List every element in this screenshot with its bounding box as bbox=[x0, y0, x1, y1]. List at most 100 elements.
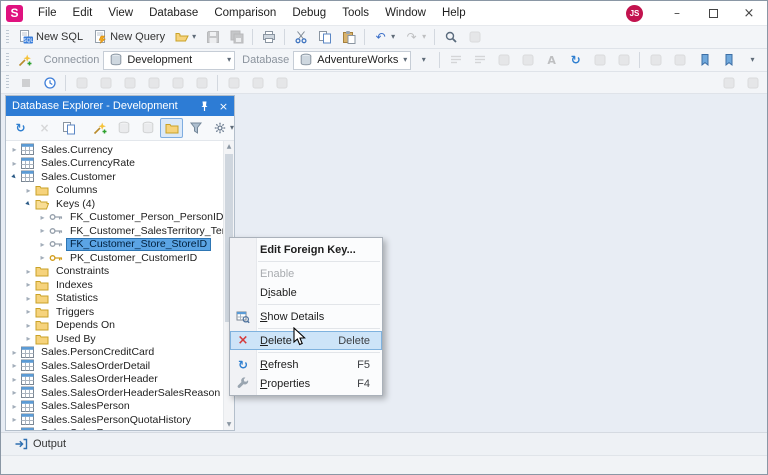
user-avatar[interactable]: JS bbox=[626, 4, 643, 22]
refresh-document-button[interactable]: ↻ bbox=[564, 50, 587, 70]
expand-arrow-icon[interactable]: ▸ bbox=[37, 213, 48, 222]
expand-arrow-icon[interactable]: ▸ bbox=[23, 267, 34, 276]
doc-sql-icon: SQL bbox=[18, 30, 33, 45]
expand-arrow-icon[interactable]: ▸ bbox=[23, 186, 34, 195]
copy-button[interactable] bbox=[313, 27, 336, 47]
explorer-group-button[interactable] bbox=[160, 118, 183, 138]
tree-item-label: Sales.SalesPersonQuotaHistory bbox=[41, 413, 191, 426]
database-explorer-header[interactable]: Database Explorer - Development × bbox=[6, 96, 234, 116]
database-select[interactable]: AdventureWorks20... ▾ bbox=[293, 50, 412, 70]
output-tab[interactable]: Output bbox=[6, 435, 73, 454]
tree-item-sales-salesorderdetail[interactable]: ▸ Sales.SalesOrderDetail bbox=[6, 359, 223, 373]
tree-item-constraints[interactable]: ▸ Constraints bbox=[6, 265, 223, 279]
toggle-bookmark-button[interactable] bbox=[693, 50, 716, 70]
tree-item-sales-customer[interactable]: ▸ Sales.Customer bbox=[6, 170, 223, 184]
minimize-button[interactable]: – bbox=[659, 1, 695, 25]
expand-arrow-icon[interactable]: ▸ bbox=[9, 348, 20, 357]
expand-arrow-icon[interactable]: ▸ bbox=[23, 321, 34, 330]
tree-item-fk-customer-store-storeid[interactable]: ▸ FK_Customer_Store_StoreID bbox=[6, 237, 223, 252]
explorer-duplicate-button[interactable] bbox=[57, 118, 80, 138]
menu-item-help[interactable]: Help bbox=[434, 1, 474, 25]
menu-item-debug[interactable]: Debug bbox=[284, 1, 334, 25]
menu-item-view[interactable]: View bbox=[100, 1, 141, 25]
tree-item-keys-4[interactable]: ▸ Keys (4) bbox=[6, 197, 223, 211]
tree-item-sales-salesorderheadersalesreason[interactable]: ▸ Sales.SalesOrderHeaderSalesReason bbox=[6, 386, 223, 400]
collapse-arrow-icon[interactable]: ▸ bbox=[7, 170, 21, 184]
tree-item-triggers[interactable]: ▸ Triggers bbox=[6, 305, 223, 319]
menu-item-database[interactable]: Database bbox=[141, 1, 206, 25]
panel-close-icon[interactable]: × bbox=[215, 98, 232, 114]
toolbar-options-button[interactable]: ▾ bbox=[741, 50, 764, 70]
undo-button[interactable]: ↶ ▾ bbox=[369, 27, 399, 47]
expand-arrow-icon[interactable]: ▸ bbox=[37, 240, 48, 249]
new-sql-button[interactable]: SQL New SQL bbox=[14, 27, 87, 47]
context-menu-item-delete[interactable]: × Delete Delete bbox=[230, 331, 382, 350]
maximize-button[interactable] bbox=[695, 1, 731, 25]
tree-item-sales-currency[interactable]: ▸ Sales.Currency bbox=[6, 143, 223, 157]
tree-item-fk-customer-person-personid[interactable]: ▸ FK_Customer_Person_PersonID bbox=[6, 211, 223, 225]
expand-arrow-icon[interactable]: ▸ bbox=[23, 280, 34, 289]
expand-arrow-icon[interactable]: ▸ bbox=[9, 375, 20, 384]
expand-arrow-icon[interactable]: ▸ bbox=[9, 429, 20, 430]
tree-item-sales-salesperson[interactable]: ▸ Sales.SalesPerson bbox=[6, 400, 223, 414]
cut-button[interactable] bbox=[289, 27, 312, 47]
explorer-options-button[interactable]: ▾ bbox=[208, 118, 238, 138]
toolbar-grip[interactable] bbox=[6, 75, 9, 90]
menu-item-window[interactable]: Window bbox=[377, 1, 434, 25]
execution-history-button[interactable] bbox=[38, 73, 61, 93]
open-file-button[interactable]: ▾ bbox=[170, 27, 200, 47]
toolbar-grip[interactable] bbox=[6, 29, 9, 45]
explorer-refresh-button[interactable]: ↻ bbox=[9, 118, 32, 138]
expand-arrow-icon[interactable]: ▸ bbox=[9, 145, 20, 154]
close-button[interactable]: × bbox=[731, 1, 767, 25]
context-menu-item-disable[interactable]: Disable bbox=[230, 283, 382, 302]
pin-icon[interactable] bbox=[196, 98, 213, 114]
find-button[interactable] bbox=[439, 27, 462, 47]
tree-item-fk-customer-salesterritory-territoryid[interactable]: ▸ FK_Customer_SalesTerritory_TerritoryID bbox=[6, 224, 223, 238]
tree-item-depends-on[interactable]: ▸ Depends On bbox=[6, 319, 223, 333]
expand-arrow-icon[interactable]: ▸ bbox=[23, 307, 34, 316]
collapse-arrow-icon[interactable]: ▸ bbox=[21, 197, 35, 211]
context-menu-item-properties[interactable]: Properties F4 bbox=[230, 374, 382, 393]
expand-arrow-icon[interactable]: ▸ bbox=[37, 253, 48, 262]
tree-item-sales-salesorderheader[interactable]: ▸ Sales.SalesOrderHeader bbox=[6, 373, 223, 387]
tree-item-sales-currencyrate[interactable]: ▸ Sales.CurrencyRate bbox=[6, 157, 223, 171]
new-sql-button-label: New SQL bbox=[36, 31, 84, 43]
menu-item-edit[interactable]: Edit bbox=[65, 1, 101, 25]
tree-item-sales-salespersonquotahistory[interactable]: ▸ Sales.SalesPersonQuotaHistory bbox=[6, 413, 223, 427]
tree-item-sales-salesreason[interactable]: ▸ Sales.SalesReason bbox=[6, 427, 223, 430]
tree-item-label: Sales.PersonCreditCard bbox=[41, 346, 155, 359]
expand-arrow-icon[interactable]: ▸ bbox=[37, 226, 48, 235]
scroll-up-icon[interactable]: ▲ bbox=[224, 141, 234, 152]
database-list-button[interactable]: ▾ bbox=[412, 50, 435, 70]
tree-item-used-by[interactable]: ▸ Used By bbox=[6, 332, 223, 346]
context-menu-item-edit-foreign-key[interactable]: Edit Foreign Key... bbox=[230, 240, 382, 259]
expand-arrow-icon[interactable]: ▸ bbox=[9, 388, 20, 397]
bookmarks-window-button[interactable] bbox=[717, 50, 740, 70]
expand-arrow-icon[interactable]: ▸ bbox=[9, 159, 20, 168]
explorer-new-connection-button[interactable] bbox=[88, 118, 111, 138]
menu-item-file[interactable]: File bbox=[30, 1, 65, 25]
tree-item-indexes[interactable]: ▸ Indexes bbox=[6, 278, 223, 292]
print-button[interactable] bbox=[257, 27, 280, 47]
tree-item-pk-customer-customerid[interactable]: ▸ PK_Customer_CustomerID bbox=[6, 251, 223, 265]
paste-button[interactable] bbox=[337, 27, 360, 47]
menu-item-comparison[interactable]: Comparison bbox=[206, 1, 284, 25]
new-connection-button[interactable] bbox=[14, 50, 37, 70]
expand-arrow-icon[interactable]: ▸ bbox=[23, 334, 34, 343]
expand-arrow-icon[interactable]: ▸ bbox=[9, 361, 20, 370]
new-query-button[interactable]: New Query bbox=[88, 27, 169, 47]
connection-select[interactable]: Development ▾ bbox=[103, 50, 236, 70]
tree-item-statistics[interactable]: ▸ Statistics bbox=[6, 292, 223, 306]
expand-arrow-icon[interactable]: ▸ bbox=[9, 415, 20, 424]
explorer-filter-button[interactable] bbox=[184, 118, 207, 138]
context-menu-item-refresh[interactable]: ↻ Refresh F5 bbox=[230, 355, 382, 374]
toolbar-grip[interactable] bbox=[6, 52, 9, 68]
scroll-down-icon[interactable]: ▼ bbox=[224, 419, 234, 430]
menu-item-tools[interactable]: Tools bbox=[334, 1, 377, 25]
expand-arrow-icon[interactable]: ▸ bbox=[23, 294, 34, 303]
expand-arrow-icon[interactable]: ▸ bbox=[9, 402, 20, 411]
context-menu-item-show-details[interactable]: Show Details bbox=[230, 307, 382, 326]
tree-item-sales-personcreditcard[interactable]: ▸ Sales.PersonCreditCard bbox=[6, 346, 223, 360]
tree-item-columns[interactable]: ▸ Columns bbox=[6, 184, 223, 198]
